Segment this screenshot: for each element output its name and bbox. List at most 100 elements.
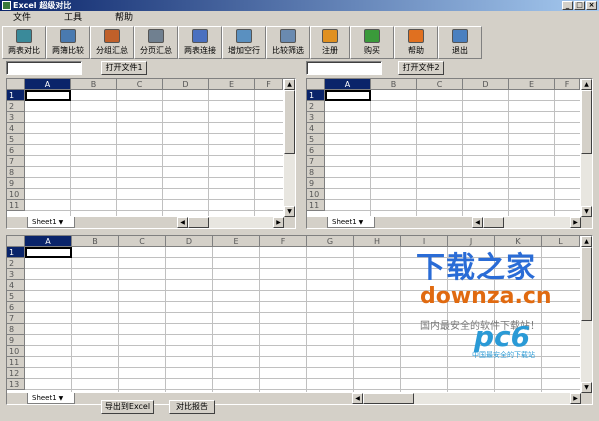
toolbar-button-6[interactable]: 比较筛选 [266, 26, 310, 59]
column-header[interactable]: D [166, 236, 213, 247]
column-header[interactable]: H [354, 236, 401, 247]
row-header[interactable]: 2 [7, 101, 25, 112]
file1-path-input[interactable] [6, 61, 82, 75]
scroll-thumb[interactable] [363, 393, 414, 404]
column-header[interactable]: C [119, 236, 166, 247]
row-header[interactable]: 4 [307, 123, 325, 134]
row-header[interactable]: 3 [7, 269, 25, 280]
row-header[interactable]: 2 [307, 101, 325, 112]
chevron-down-icon[interactable]: ▼ [357, 219, 364, 226]
scroll-right-arrow[interactable]: ▶ [570, 217, 581, 228]
column-header[interactable]: B [371, 79, 417, 90]
scroll-up-arrow[interactable]: ▲ [284, 79, 295, 90]
toolbar-button-1[interactable]: 两簿比较 [46, 26, 90, 59]
toolbar-button-2[interactable]: 分组汇总 [90, 26, 134, 59]
scroll-left-arrow[interactable]: ◀ [352, 393, 363, 404]
scroll-thumb[interactable] [581, 90, 592, 154]
column-header[interactable]: B [71, 79, 117, 90]
scroll-thumb[interactable] [188, 217, 209, 228]
scroll-thumb[interactable] [483, 217, 504, 228]
menu-file[interactable]: 文件 [0, 11, 44, 25]
row-header[interactable]: 9 [307, 178, 325, 189]
row-header[interactable]: 6 [7, 302, 25, 313]
open-file2-button[interactable]: 打开文件2 [398, 61, 444, 75]
export-excel-button[interactable]: 导出到Excel [101, 400, 154, 414]
row-header[interactable]: 4 [7, 280, 25, 291]
close-button[interactable]: × [586, 1, 597, 10]
column-header[interactable]: C [417, 79, 463, 90]
sheet-tab[interactable]: Sheet1 ▼ [327, 217, 375, 228]
row-header[interactable]: 9 [7, 178, 25, 189]
column-header[interactable]: G [307, 236, 354, 247]
column-header[interactable]: F [255, 79, 283, 90]
row-header[interactable]: 11 [7, 200, 25, 211]
toolbar-button-3[interactable]: 分页汇总 [134, 26, 178, 59]
row-header[interactable]: 5 [7, 134, 25, 145]
menu-help[interactable]: 帮助 [95, 11, 146, 25]
select-all-corner[interactable] [307, 79, 325, 90]
sheet-panel-file1[interactable]: A B C D E F 1 2 3 4 5 6 7 8 9 10 11 ▲ ▼ Sheet1 ▼ ◀ ▶ [6, 78, 296, 229]
column-header[interactable]: A [325, 79, 371, 90]
sheet-panel-file2[interactable]: A B C D E F 1 2 3 4 5 6 7 8 9 10 11 ▲ ▼ Sheet1 ▼ ◀ ▶ [306, 78, 593, 229]
row-header[interactable]: 7 [7, 156, 25, 167]
row-header[interactable]: 13 [7, 379, 25, 390]
select-all-corner[interactable] [7, 79, 25, 90]
column-header[interactable]: F [555, 79, 580, 90]
toolbar-button-8[interactable]: 购买 [350, 26, 394, 59]
column-header[interactable]: E [509, 79, 555, 90]
row-header[interactable]: 1 [7, 90, 25, 101]
row-header[interactable]: 7 [307, 156, 325, 167]
row-header[interactable]: 7 [7, 313, 25, 324]
row-header[interactable]: 2 [7, 258, 25, 269]
maximize-button[interactable]: □ [574, 1, 585, 10]
minimize-button[interactable]: _ [562, 1, 573, 10]
toolbar-button-4[interactable]: 两表连接 [178, 26, 222, 59]
row-header[interactable]: 11 [7, 357, 25, 368]
scroll-left-arrow[interactable]: ◀ [472, 217, 483, 228]
scroll-down-arrow[interactable]: ▼ [581, 206, 592, 217]
scroll-down-arrow[interactable]: ▼ [581, 382, 592, 393]
toolbar-button-0[interactable]: 两表对比 [2, 26, 46, 59]
toolbar-button-10[interactable]: 退出 [438, 26, 482, 59]
column-header[interactable]: C [117, 79, 163, 90]
column-header[interactable]: A [25, 236, 72, 247]
active-cell[interactable] [25, 90, 71, 101]
row-header[interactable]: 5 [307, 134, 325, 145]
row-header[interactable]: 9 [7, 335, 25, 346]
row-header[interactable]: 12 [7, 368, 25, 379]
chevron-down-icon[interactable]: ▼ [57, 219, 64, 226]
row-header[interactable]: 6 [307, 145, 325, 156]
column-header[interactable]: B [72, 236, 119, 247]
row-header[interactable]: 3 [7, 112, 25, 123]
menu-tools[interactable]: 工具 [44, 11, 95, 25]
row-header[interactable]: 5 [7, 291, 25, 302]
open-file1-button[interactable]: 打开文件1 [101, 61, 147, 75]
row-header[interactable]: 4 [7, 123, 25, 134]
toolbar-button-9[interactable]: 帮助 [394, 26, 438, 59]
scroll-right-arrow[interactable]: ▶ [273, 217, 284, 228]
row-header[interactable]: 11 [307, 200, 325, 211]
scroll-thumb[interactable] [284, 90, 295, 154]
toolbar-button-5[interactable]: 增加空行 [222, 26, 266, 59]
column-header[interactable]: F [260, 236, 307, 247]
scroll-left-arrow[interactable]: ◀ [177, 217, 188, 228]
sheet-tab[interactable]: Sheet1 ▼ [27, 393, 75, 404]
row-header[interactable]: 10 [7, 189, 25, 200]
chevron-down-icon[interactable]: ▼ [57, 395, 64, 402]
column-header[interactable]: D [463, 79, 509, 90]
toolbar-button-7[interactable]: 注册 [310, 26, 350, 59]
row-header[interactable]: 8 [307, 167, 325, 178]
row-header[interactable]: 1 [7, 247, 25, 258]
select-all-corner[interactable] [7, 236, 25, 247]
column-header[interactable]: A [25, 79, 71, 90]
report-button[interactable]: 对比报告 [169, 400, 215, 414]
scroll-up-arrow[interactable]: ▲ [581, 79, 592, 90]
active-cell[interactable] [325, 90, 371, 101]
row-header[interactable]: 1 [307, 90, 325, 101]
scroll-up-arrow[interactable]: ▲ [581, 236, 592, 247]
sheet-tab[interactable]: Sheet1 ▼ [27, 217, 75, 228]
scroll-right-arrow[interactable]: ▶ [570, 393, 581, 404]
row-header[interactable]: 6 [7, 145, 25, 156]
row-header[interactable]: 10 [7, 346, 25, 357]
row-header[interactable]: 10 [307, 189, 325, 200]
